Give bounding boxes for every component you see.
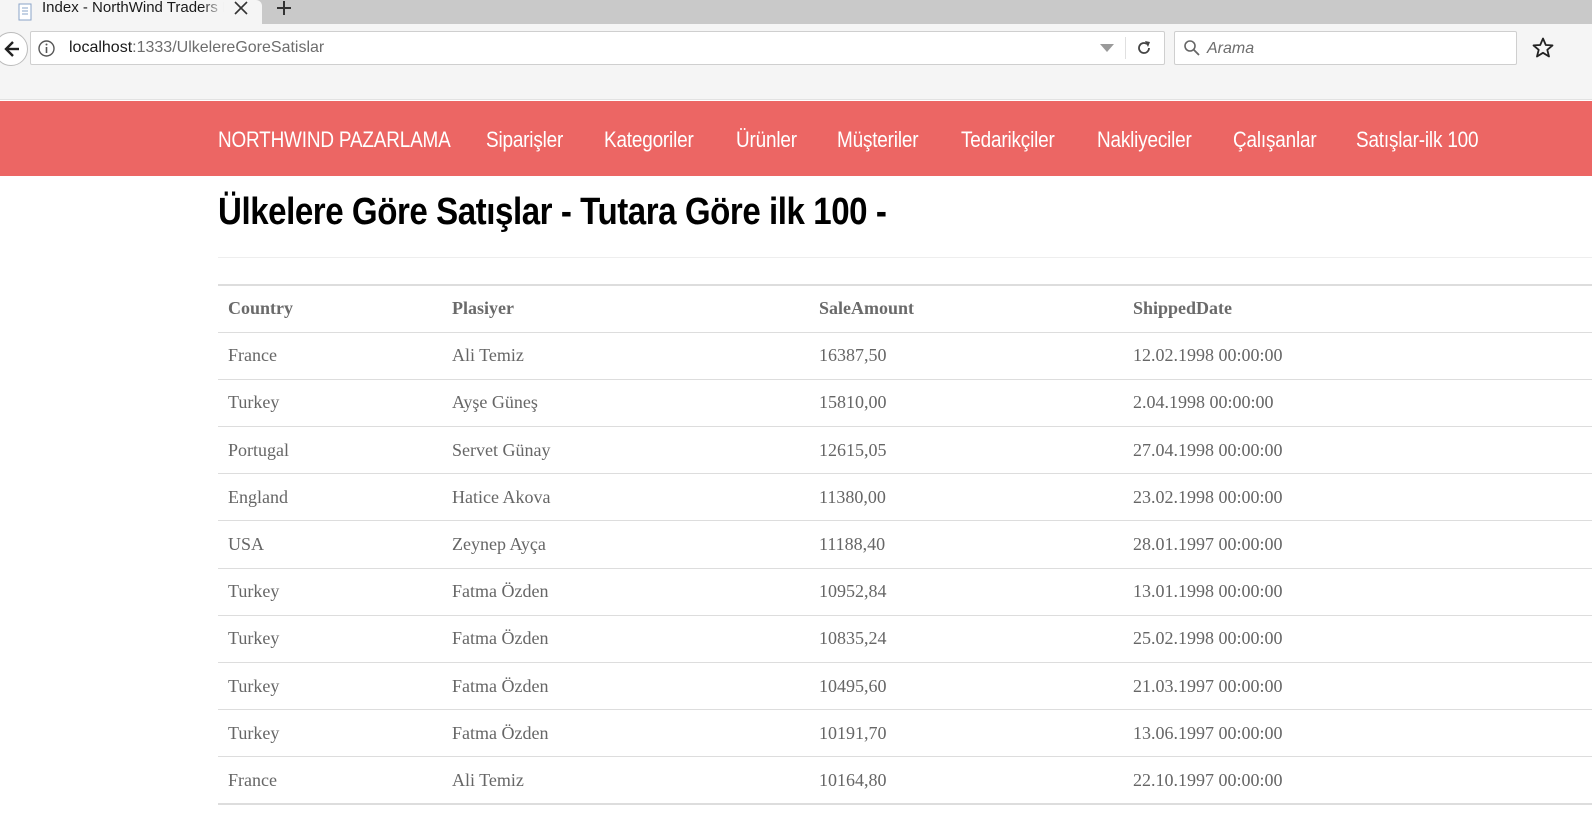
address-bar[interactable]: localhost:1333/UlkelereGoreSatislar bbox=[30, 31, 1165, 65]
column-header-saleamount: SaleAmount bbox=[809, 283, 1123, 333]
shipped-date-cell: 22.10.1997 00:00:00 bbox=[1123, 756, 1592, 806]
column-header-plasiyer: Plasiyer bbox=[442, 283, 809, 333]
shipped-date-cell: 21.03.1997 00:00:00 bbox=[1123, 661, 1592, 710]
shipped-date-cell: 27.04.1998 00:00:00 bbox=[1123, 426, 1592, 474]
column-header-shippeddate: ShippedDate bbox=[1123, 283, 1592, 333]
country-cell: Turkey bbox=[218, 661, 442, 710]
sale-amount-cell: 16387,50 bbox=[809, 331, 1123, 380]
table-row: Turkey Ayşe Güneş 15810,00 2.04.1998 00:00:… bbox=[218, 378, 1592, 427]
sale-amount-cell: 10191,70 bbox=[809, 709, 1123, 757]
country-cell: England bbox=[218, 473, 442, 521]
shipped-date-cell: 23.02.1998 00:00:00 bbox=[1123, 473, 1592, 521]
table-row: France Ali Temiz 10164,80 22.10.1997 00:00:… bbox=[218, 756, 1592, 806]
url-text[interactable]: localhost:1333/UlkelereGoreSatislar bbox=[69, 39, 324, 57]
sale-amount-cell: 10164,80 bbox=[809, 756, 1123, 806]
table-row: Turkey Fatma Özden 10495,60 21.03.1997 00:0… bbox=[218, 661, 1592, 710]
country-cell: Turkey bbox=[218, 378, 442, 427]
plasiyer-cell: Fatma Özden bbox=[442, 661, 809, 710]
browser-toolbar: localhost:1333/UlkelereGoreSatislar Aram… bbox=[0, 24, 1592, 100]
shipped-date-cell: 13.01.1998 00:00:00 bbox=[1123, 567, 1592, 616]
nav-link-musteriler[interactable]: Müşteriler bbox=[837, 125, 919, 155]
shipped-date-cell: 28.01.1997 00:00:00 bbox=[1123, 520, 1592, 569]
country-cell: Turkey bbox=[218, 567, 442, 616]
sales-table: Country Plasiyer SaleAmount ShippedDate … bbox=[218, 283, 1592, 806]
plasiyer-cell: Ayşe Güneş bbox=[442, 378, 809, 427]
url-host: localhost bbox=[69, 39, 133, 56]
search-input[interactable]: Arama bbox=[1174, 31, 1517, 65]
table-row: USA Zeynep Ayça 11188,40 28.01.1997 00:00:0… bbox=[218, 520, 1592, 569]
plasiyer-cell: Ali Temiz bbox=[442, 331, 809, 380]
sale-amount-cell: 12615,05 bbox=[809, 426, 1123, 474]
sale-amount-cell: 10495,60 bbox=[809, 661, 1123, 710]
search-icon bbox=[1184, 40, 1200, 56]
shipped-date-cell: 25.02.1998 00:00:00 bbox=[1123, 614, 1592, 663]
nav-link-satislar-ilk-100[interactable]: Satışlar-ilk 100 bbox=[1356, 125, 1479, 155]
country-cell: France bbox=[218, 756, 442, 806]
divider bbox=[1125, 37, 1126, 59]
plasiyer-cell: Fatma Özden bbox=[442, 709, 809, 757]
plasiyer-cell: Fatma Özden bbox=[442, 614, 809, 663]
close-icon[interactable] bbox=[232, 0, 250, 18]
table-header-row: Country Plasiyer SaleAmount ShippedDate bbox=[218, 283, 1592, 333]
nav-link-kategoriler[interactable]: Kategoriler bbox=[604, 125, 694, 155]
country-cell: France bbox=[218, 331, 442, 380]
nav-link-calisanlar[interactable]: Çalışanlar bbox=[1233, 125, 1317, 155]
column-header-country: Country bbox=[218, 283, 442, 333]
brand-link[interactable]: NORTHWIND PAZARLAMA bbox=[218, 125, 451, 155]
info-icon[interactable] bbox=[37, 39, 56, 58]
tab-strip: Index - NorthWind Traders MVC bbox=[0, 0, 1592, 24]
table-row: Turkey Fatma Özden 10191,70 13.06.1997 00:0… bbox=[218, 709, 1592, 757]
table-row: England Hatice Akova 11380,00 23.02.1998 00… bbox=[218, 473, 1592, 521]
divider bbox=[218, 257, 1592, 258]
back-button[interactable] bbox=[0, 32, 28, 66]
sale-amount-cell: 11380,00 bbox=[809, 473, 1123, 521]
shipped-date-cell: 12.02.1998 00:00:00 bbox=[1123, 331, 1592, 380]
nav-link-tedarikciler[interactable]: Tedarikçiler bbox=[961, 125, 1055, 155]
table-row: Turkey Fatma Özden 10952,84 13.01.1998 00:0… bbox=[218, 567, 1592, 616]
plasiyer-cell: Servet Günay bbox=[442, 426, 809, 474]
new-tab-icon[interactable] bbox=[274, 0, 294, 18]
sale-amount-cell: 11188,40 bbox=[809, 520, 1123, 569]
star-icon[interactable] bbox=[1532, 37, 1554, 59]
nav-link-urunler[interactable]: Ürünler bbox=[736, 125, 797, 155]
back-arrow-icon bbox=[4, 41, 19, 57]
plasiyer-cell: Zeynep Ayça bbox=[442, 520, 809, 569]
country-cell: USA bbox=[218, 520, 442, 569]
page-icon bbox=[18, 3, 32, 21]
sale-amount-cell: 10952,84 bbox=[809, 567, 1123, 616]
plasiyer-cell: Fatma Özden bbox=[442, 567, 809, 616]
nav-link-nakliyeciler[interactable]: Nakliyeciler bbox=[1097, 125, 1192, 155]
url-path: :1333/UlkelereGoreSatislar bbox=[132, 39, 325, 56]
chevron-down-icon[interactable] bbox=[1100, 43, 1114, 53]
shipped-date-cell: 13.06.1997 00:00:00 bbox=[1123, 709, 1592, 757]
sale-amount-cell: 15810,00 bbox=[809, 378, 1123, 427]
search-placeholder: Arama bbox=[1207, 40, 1255, 57]
table-row: Portugal Servet Günay 12615,05 27.04.1998 0… bbox=[218, 426, 1592, 474]
sale-amount-cell: 10835,24 bbox=[809, 614, 1123, 663]
country-cell: Turkey bbox=[218, 709, 442, 757]
browser-tab[interactable]: Index - NorthWind Traders MVC bbox=[0, 0, 262, 24]
country-cell: Portugal bbox=[218, 426, 442, 474]
table-row: Turkey Fatma Özden 10835,24 25.02.1998 00:0… bbox=[218, 614, 1592, 663]
shipped-date-cell: 2.04.1998 00:00:00 bbox=[1123, 378, 1592, 427]
plasiyer-cell: Hatice Akova bbox=[442, 473, 809, 521]
country-cell: Turkey bbox=[218, 614, 442, 663]
site-navbar: NORTHWIND PAZARLAMA Siparişler Kategoril… bbox=[0, 101, 1592, 176]
reload-icon[interactable] bbox=[1135, 39, 1153, 57]
tab-title: Index - NorthWind Traders MVC bbox=[42, 0, 224, 16]
plasiyer-cell: Ali Temiz bbox=[442, 756, 809, 806]
nav-link-siparisler[interactable]: Siparişler bbox=[486, 125, 563, 155]
page-title: Ülkelere Göre Satışlar - Tutara Göre ilk… bbox=[218, 191, 887, 233]
table-row: France Ali Temiz 16387,50 12.02.1998 00:00:… bbox=[218, 331, 1592, 380]
